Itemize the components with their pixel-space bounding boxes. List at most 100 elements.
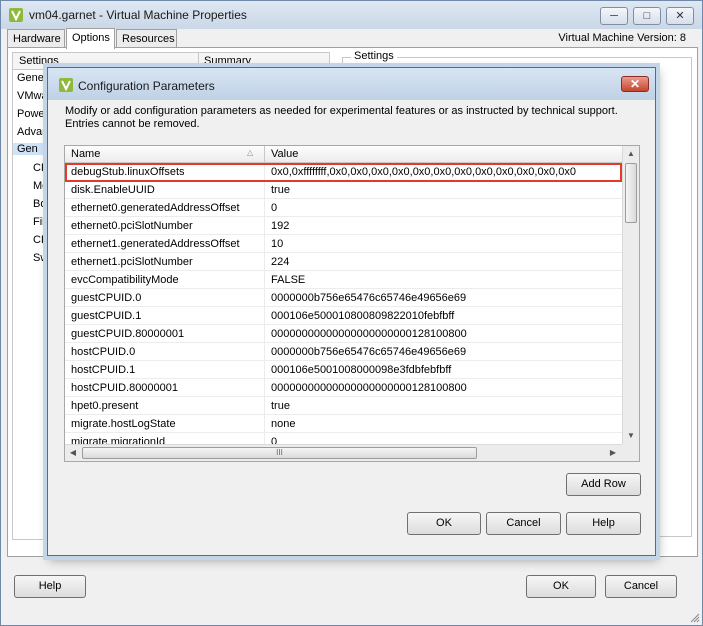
table-row[interactable]: ethernet1.generatedAddressOffset 10 — [65, 235, 622, 253]
table-row[interactable]: hostCPUID.1 000106e5001008000098e3fdbfebf… — [65, 361, 622, 379]
tab-hardware[interactable]: Hardware — [7, 29, 65, 49]
table-row[interactable]: ethernet0.pciSlotNumber 192 — [65, 217, 622, 235]
param-value[interactable]: 192 — [271, 220, 289, 232]
param-name: guestCPUID.0 — [71, 292, 142, 304]
param-value[interactable]: 0000000b756e65476c65746e49656e69 — [271, 292, 466, 304]
table-row[interactable]: hpet0.present true — [65, 397, 622, 415]
window-title: vm04.garnet - Virtual Machine Properties — [29, 8, 247, 22]
table-row[interactable]: guestCPUID.80000001 000000000000000000000… — [65, 325, 622, 343]
param-name: ethernet1.pciSlotNumber — [71, 256, 193, 268]
param-name: ethernet1.generatedAddressOffset — [71, 238, 240, 250]
cancel-button[interactable]: Cancel — [605, 575, 677, 598]
cell-divider — [264, 181, 265, 199]
table-row[interactable]: hostCPUID.0 0000000b756e65476c65746e49656… — [65, 343, 622, 361]
dialog-cancel-button[interactable]: Cancel — [486, 512, 561, 535]
dialog-close-button[interactable]: ✕ — [621, 76, 649, 92]
vertical-scrollbar[interactable]: ▲ ▼ — [622, 146, 639, 444]
horizontal-scrollbar[interactable]: ◀ III ▶ — [65, 444, 622, 461]
table-row[interactable]: migrate.migrationId 0 — [65, 433, 622, 444]
param-name: guestCPUID.1 — [71, 310, 142, 322]
vsphere-app-icon — [59, 78, 73, 92]
cell-divider — [264, 271, 265, 289]
dialog-help-button[interactable]: Help — [566, 512, 641, 535]
tab-options[interactable]: Options — [66, 28, 115, 49]
table-row[interactable]: ethernet1.pciSlotNumber 224 — [65, 253, 622, 271]
param-value[interactable]: 0 — [271, 436, 277, 444]
grip-icon: III — [276, 448, 283, 457]
table-row[interactable]: migrate.hostLogState none — [65, 415, 622, 433]
param-name: guestCPUID.80000001 — [71, 328, 185, 340]
settings-column-header[interactable]: Settings — [19, 55, 59, 67]
scrollbar-corner — [622, 444, 639, 461]
dialog-titlebar[interactable]: Configuration Parameters ✕ — [48, 68, 655, 100]
settings-group-legend: Settings — [351, 50, 397, 62]
cell-divider — [264, 397, 265, 415]
add-row-button[interactable]: Add Row — [566, 473, 641, 496]
settings-item-advanced[interactable]: Advar — [17, 126, 46, 138]
param-value[interactable]: 000106e500010800809822010febfbff — [271, 310, 454, 322]
cell-divider — [264, 217, 265, 235]
close-icon: ✕ — [629, 77, 641, 91]
grid-header: Name △ Value — [65, 146, 622, 163]
vertical-scroll-thumb[interactable] — [625, 163, 637, 223]
param-value[interactable]: 00000000000000000000000128100800 — [271, 382, 467, 394]
param-value[interactable]: 0000000b756e65476c65746e49656e69 — [271, 346, 466, 358]
table-row-highlighted[interactable]: disk.EnableUUID true — [65, 181, 622, 199]
scroll-down-icon[interactable]: ▼ — [623, 428, 639, 444]
cell-divider — [264, 235, 265, 253]
cell-divider — [264, 325, 265, 343]
window-titlebar[interactable]: vm04.garnet - Virtual Machine Properties… — [1, 1, 702, 29]
ok-button[interactable]: OK — [526, 575, 596, 598]
param-name: hostCPUID.80000001 — [71, 382, 179, 394]
table-row[interactable]: ethernet0.generatedAddressOffset 0 — [65, 199, 622, 217]
configuration-parameters-dialog: Configuration Parameters ✕ Modify or add… — [47, 67, 656, 556]
row-highlight-outline — [65, 163, 622, 182]
table-row[interactable]: evcCompatibilityMode FALSE — [65, 271, 622, 289]
tab-resources[interactable]: Resources — [116, 29, 177, 49]
resize-grip-icon[interactable] — [690, 613, 700, 623]
settings-item-power[interactable]: Power — [17, 108, 48, 120]
scroll-left-icon[interactable]: ◀ — [65, 445, 81, 461]
maximize-button[interactable]: □ — [633, 7, 661, 25]
scroll-up-icon[interactable]: ▲ — [623, 146, 639, 162]
cell-divider — [264, 415, 265, 433]
cell-divider — [264, 433, 265, 444]
vm-version-label: Virtual Machine Version: 8 — [558, 32, 686, 44]
param-value[interactable]: FALSE — [271, 274, 305, 286]
param-name: hostCPUID.0 — [71, 346, 136, 358]
param-value[interactable]: true — [271, 400, 290, 412]
scroll-right-icon[interactable]: ▶ — [605, 445, 621, 461]
param-name: migrate.migrationId — [71, 436, 166, 444]
name-column-header[interactable]: Name — [71, 148, 100, 160]
value-column-header[interactable]: Value — [271, 148, 298, 160]
param-name: ethernet0.generatedAddressOffset — [71, 202, 240, 214]
param-value[interactable]: 000106e5001008000098e3fdbfebfbff — [271, 364, 451, 376]
param-value[interactable]: 00000000000000000000000128100800 — [271, 328, 467, 340]
horizontal-scroll-thumb[interactable]: III — [82, 447, 477, 459]
help-button[interactable]: Help — [14, 575, 86, 598]
table-row[interactable]: guestCPUID.1 000106e500010800809822010feb… — [65, 307, 622, 325]
window-close-button[interactable]: ✕ — [666, 7, 694, 25]
cell-divider — [264, 289, 265, 307]
param-value[interactable]: 10 — [271, 238, 283, 250]
settings-item-vmware-tools[interactable]: VMwa — [17, 90, 48, 102]
param-name: evcCompatibilityMode — [71, 274, 179, 286]
summary-column-header[interactable]: Summary — [204, 55, 251, 67]
minimize-icon: ─ — [610, 10, 618, 22]
param-value[interactable]: 224 — [271, 256, 289, 268]
vsphere-app-icon — [9, 8, 23, 22]
param-value[interactable]: none — [271, 418, 295, 430]
minimize-button[interactable]: ─ — [600, 7, 628, 25]
cell-divider — [264, 379, 265, 397]
cell-divider — [264, 253, 265, 271]
table-row[interactable]: hostCPUID.80000001 0000000000000000000000… — [65, 379, 622, 397]
param-value[interactable]: 0 — [271, 202, 277, 214]
param-value[interactable]: true — [271, 184, 290, 196]
settings-item-general[interactable]: Gener — [17, 72, 48, 84]
dialog-title: Configuration Parameters — [78, 79, 215, 93]
param-name: hpet0.present — [71, 400, 139, 412]
column-divider[interactable] — [264, 146, 265, 163]
cell-divider — [264, 361, 265, 379]
dialog-ok-button[interactable]: OK — [407, 512, 481, 535]
table-row[interactable]: guestCPUID.0 0000000b756e65476c65746e4965… — [65, 289, 622, 307]
